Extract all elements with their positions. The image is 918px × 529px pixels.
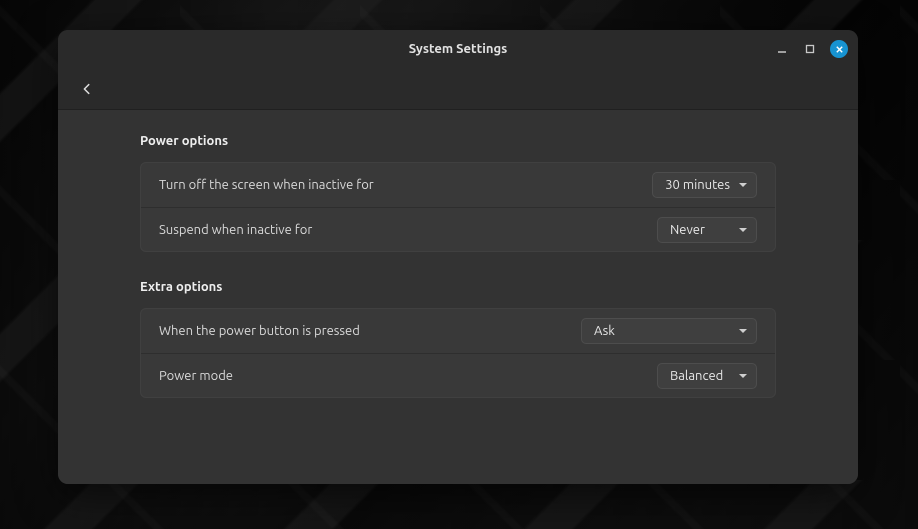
power-options-list: Turn off the screen when inactive for 30… [140,162,776,252]
screen-off-dropdown[interactable]: 30 minutes [652,172,757,198]
power-options-section: Power options Turn off the screen when i… [140,134,776,252]
maximize-button[interactable] [802,41,818,57]
window-controls [774,30,848,68]
titlebar: System Settings [58,30,858,68]
suspend-value: Never [670,223,705,237]
extra-options-title: Extra options [140,280,776,294]
minimize-button[interactable] [774,41,790,57]
toolbar [58,68,858,110]
suspend-row: Suspend when inactive for Never [141,207,775,251]
power-mode-row: Power mode Balanced [141,353,775,397]
chevron-down-icon [738,327,748,335]
suspend-label: Suspend when inactive for [159,223,312,237]
power-button-value: Ask [594,324,615,338]
screen-off-value: 30 minutes [665,178,730,192]
minimize-icon [777,44,787,54]
chevron-down-icon [738,226,748,234]
settings-window: System Settings Power options Turn off t… [58,30,858,484]
extra-options-section: Extra options When the power button is p… [140,280,776,398]
close-icon [835,45,844,54]
maximize-icon [805,44,815,54]
suspend-dropdown[interactable]: Never [657,217,757,243]
power-button-row: When the power button is pressed Ask [141,309,775,353]
settings-content: Power options Turn off the screen when i… [58,110,858,484]
window-title: System Settings [409,42,508,56]
power-mode-dropdown[interactable]: Balanced [657,363,757,389]
close-button[interactable] [830,40,848,58]
power-options-title: Power options [140,134,776,148]
power-button-label: When the power button is pressed [159,324,360,338]
chevron-left-icon [80,82,94,96]
screen-off-label: Turn off the screen when inactive for [159,178,374,192]
chevron-down-icon [738,181,748,189]
chevron-down-icon [738,372,748,380]
screen-off-row: Turn off the screen when inactive for 30… [141,163,775,207]
extra-options-list: When the power button is pressed Ask Pow… [140,308,776,398]
power-button-dropdown[interactable]: Ask [581,318,757,344]
back-button[interactable] [72,74,102,104]
power-mode-label: Power mode [159,369,233,383]
power-mode-value: Balanced [670,369,723,383]
